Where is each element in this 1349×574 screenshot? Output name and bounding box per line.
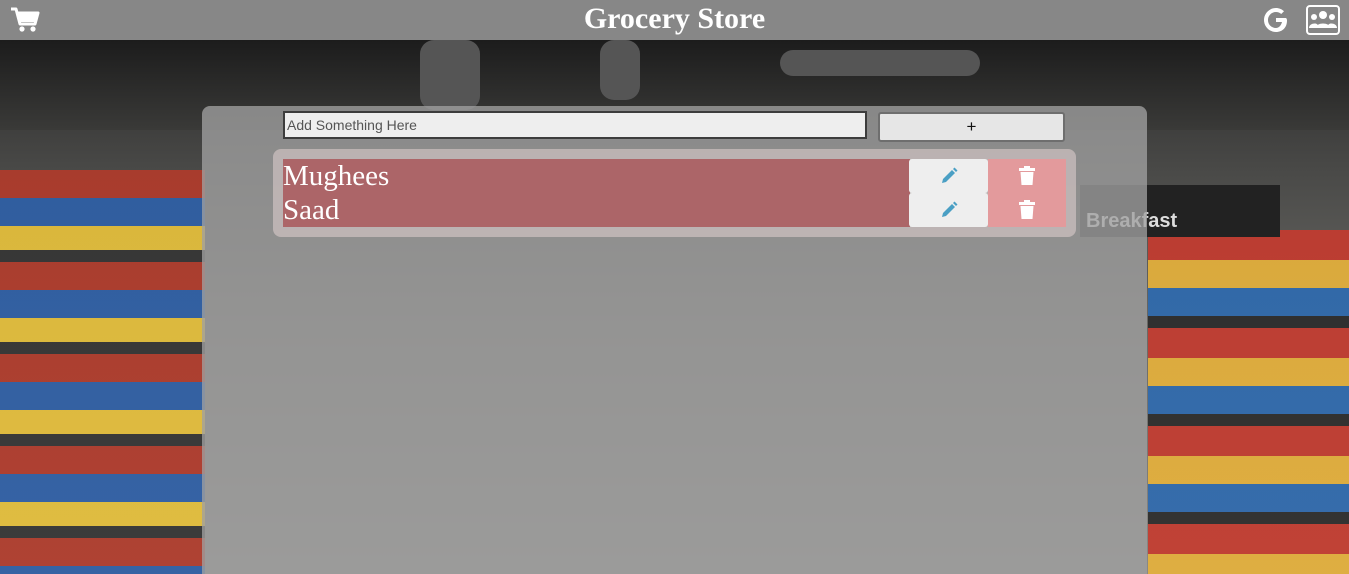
ceiling-pipe [600,40,640,100]
list-item: Mughees [283,159,1066,193]
ceiling-pipe [780,50,980,76]
edit-button[interactable] [909,159,988,193]
add-item-input[interactable] [283,111,867,139]
pencil-icon [941,167,957,183]
grocery-list: Mughees Saad [273,149,1076,237]
list-item: Saad [283,193,1066,227]
item-name: Mughees [283,159,910,193]
delete-button[interactable] [988,193,1066,227]
main-panel: + Mughees Saad [202,106,1147,574]
edit-button[interactable] [909,193,988,227]
google-icon[interactable] [1262,6,1290,34]
item-name: Saad [283,193,910,227]
header-bar: Grocery Store [0,0,1349,40]
add-item-button[interactable]: + [878,112,1065,142]
trash-icon [1019,166,1035,185]
page-title: Grocery Store [583,2,766,35]
users-icon[interactable] [1306,5,1340,35]
trash-icon [1019,200,1035,219]
right-shelf [1148,230,1349,574]
delete-button[interactable] [988,159,1066,193]
pencil-icon [941,201,957,217]
ceiling-pipe [420,40,480,110]
left-shelf [0,170,205,574]
